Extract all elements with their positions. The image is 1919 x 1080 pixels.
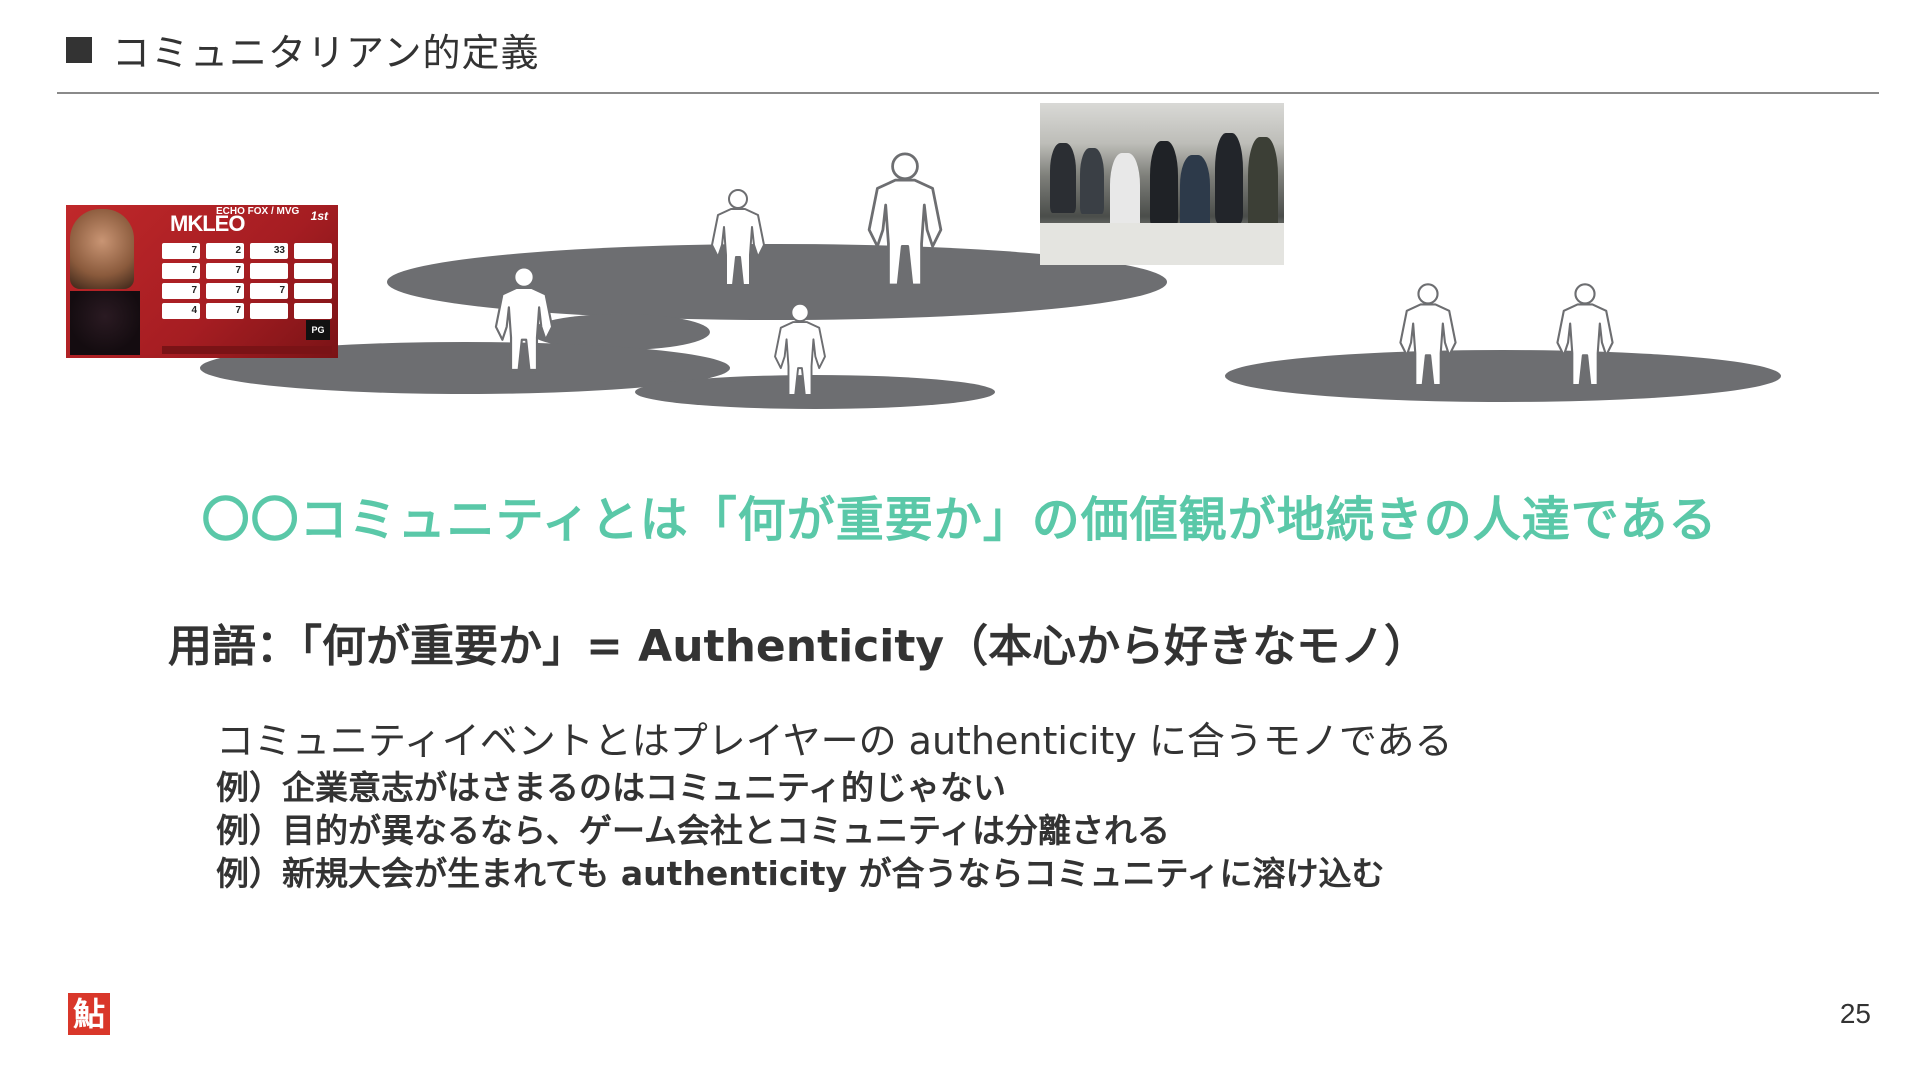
crowd-figure bbox=[1150, 141, 1178, 227]
crowd-figure bbox=[1080, 148, 1104, 214]
community-ellipse-left bbox=[635, 375, 995, 409]
example-line: 例）目的が異なるなら、ゲーム会社とコミュニティは分離される bbox=[216, 811, 1171, 850]
community-ellipse-right bbox=[1225, 350, 1781, 402]
player-rank: 1st bbox=[310, 209, 328, 223]
result-cell: 7 bbox=[206, 303, 244, 319]
slide-header: コミュニタリアン的定義 bbox=[66, 22, 539, 77]
brand-logo: 鮎 bbox=[68, 993, 110, 1035]
example-line: 例）新規大会が生まれても authenticity が合うならコミュニティに溶け… bbox=[216, 854, 1385, 893]
card-footer-bar bbox=[162, 346, 332, 354]
crowd-figure bbox=[1050, 143, 1076, 213]
player-name: MKLEO bbox=[170, 211, 245, 236]
community-definition: 〇〇コミュニティとは「何が重要か」の価値観が地続きの人達である bbox=[201, 492, 1718, 548]
slide: コミュニタリアン的定義 ECHO FOX / MVG MKLEO 1st 7 2… bbox=[0, 0, 1919, 1080]
crowd-figure bbox=[1248, 137, 1278, 233]
character-art bbox=[70, 291, 140, 355]
page-number: 25 bbox=[1839, 998, 1871, 1029]
crowd-figure bbox=[1110, 153, 1140, 233]
result-cell bbox=[294, 283, 332, 299]
player-card-photo: ECHO FOX / MVG MKLEO 1st 7 2 33 7 7 7 7 … bbox=[66, 205, 338, 358]
pg-logo: PG bbox=[306, 320, 330, 340]
term-definition: 用語：「何が重要か」= Authenticity（本心から好きなモノ） bbox=[168, 621, 1429, 672]
result-cell bbox=[294, 243, 332, 259]
result-cell: 7 bbox=[162, 263, 200, 279]
result-cell bbox=[250, 303, 288, 319]
result-cell: 7 bbox=[206, 283, 244, 299]
body-text: コミュニティイベントとはプレイヤーの authenticity に合うモノである… bbox=[216, 716, 1452, 895]
slide-title: コミュニタリアン的定義 bbox=[112, 31, 540, 75]
result-cell bbox=[250, 263, 288, 279]
example-line: 例）企業意志がはさまるのはコミュニティ的じゃない bbox=[216, 768, 1007, 807]
result-cell: 7 bbox=[206, 263, 244, 279]
result-cell: 4 bbox=[162, 303, 200, 319]
result-cell bbox=[294, 303, 332, 319]
title-bullet-square bbox=[66, 36, 92, 63]
result-cell: 2 bbox=[206, 243, 244, 259]
result-cell: 7 bbox=[250, 283, 288, 299]
title-divider bbox=[57, 92, 1879, 94]
event-crowd-photo bbox=[1040, 103, 1284, 265]
results-grid: 7 2 33 7 7 7 7 7 4 7 bbox=[162, 243, 332, 319]
event-table bbox=[1040, 223, 1284, 265]
result-cell: 7 bbox=[162, 243, 200, 259]
result-cell bbox=[294, 263, 332, 279]
crowd-figure bbox=[1215, 133, 1243, 223]
result-cell: 33 bbox=[250, 243, 288, 259]
body-main-line: コミュニティイベントとはプレイヤーの authenticity に合うモノである bbox=[216, 719, 1453, 763]
crowd-figure bbox=[1180, 155, 1210, 231]
result-cell: 7 bbox=[162, 283, 200, 299]
player-face bbox=[70, 209, 134, 289]
